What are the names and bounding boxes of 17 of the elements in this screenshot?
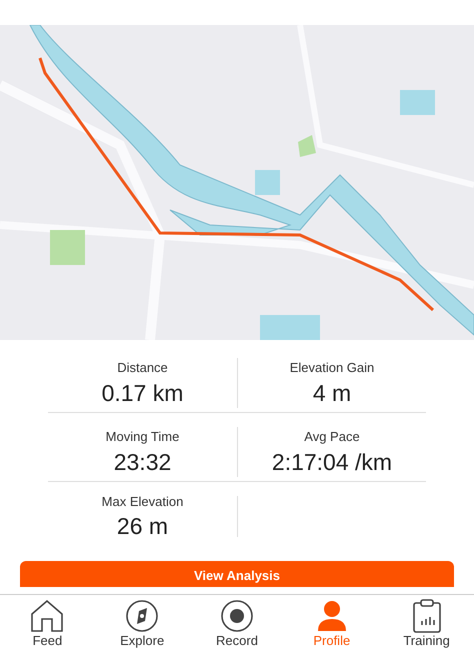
compass-icon: [125, 599, 160, 633]
stat-label: Distance: [117, 359, 168, 377]
nav-tab[interactable]: Training: [386, 599, 467, 649]
stat-value: 2:17:04 /km: [272, 448, 392, 476]
record-icon: [220, 599, 254, 633]
stat-label: Max Elevation: [102, 492, 184, 511]
stat-label: Moving Time: [106, 428, 180, 446]
stat-value: 4 m: [312, 378, 352, 408]
stat-value: 0.17 km: [102, 378, 184, 408]
stat-value: 26 m: [116, 512, 168, 542]
stat-label: Avg Pace: [304, 428, 360, 446]
stat-value: 23:32: [114, 448, 172, 476]
nav-tab[interactable]: Explore: [102, 599, 182, 649]
home-icon: [30, 599, 64, 633]
stat-label: Elevation Gain: [290, 359, 374, 377]
nav-tab[interactable]: Feed: [7, 599, 88, 649]
nav-tab[interactable]: Record: [196, 599, 277, 649]
